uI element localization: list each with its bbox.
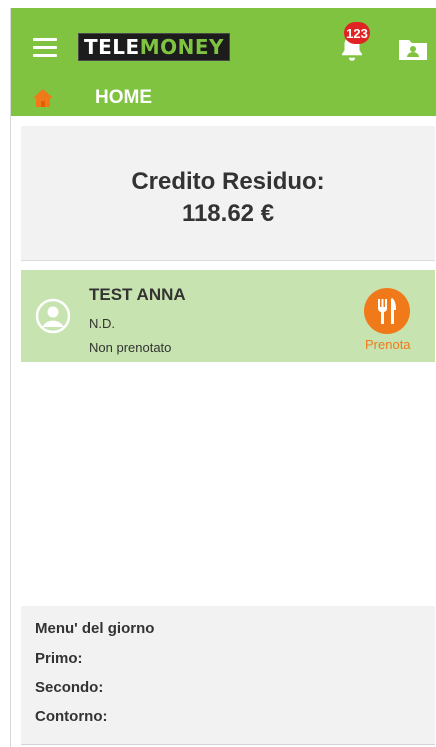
- person-card[interactable]: TEST ANNA N.D. Non prenotato Prenota: [21, 270, 435, 362]
- daily-menu-panel: Menu' del giorno Primo: Secondo: Contorn…: [21, 606, 435, 745]
- credit-card: Credito Residuo: 118.62 €: [21, 126, 435, 261]
- book-meal-label[interactable]: Prenota: [365, 337, 411, 352]
- fork-knife-icon: [378, 298, 396, 324]
- booking-status: Non prenotato: [89, 340, 172, 355]
- top-bar: TELE MONEY 123 HOME: [11, 8, 436, 116]
- telemoney-logo: TELE MONEY: [78, 33, 230, 61]
- logo-text-money: MONEY: [139, 35, 225, 59]
- person-name: TEST ANNA: [89, 285, 186, 304]
- book-meal-button[interactable]: [364, 288, 410, 334]
- credit-title: Credito Residuo:: [131, 168, 325, 195]
- hamburger-icon[interactable]: [33, 38, 57, 58]
- user-avatar-icon: [35, 298, 71, 334]
- contact-folder-icon[interactable]: [398, 36, 428, 62]
- menu-secondo-label: Secondo:: [35, 679, 104, 696]
- credit-value: 118.62 €: [181, 200, 275, 227]
- person-code: N.D.: [89, 316, 115, 331]
- home-icon[interactable]: [31, 86, 55, 110]
- notification-badge: 123: [344, 22, 370, 44]
- app-frame: TELE MONEY 123 HOME Credito Residuo: 118.…: [10, 8, 436, 747]
- menu-contorno-label: Contorno:: [35, 708, 108, 725]
- logo-text-tele: TELE: [84, 35, 140, 59]
- menu-primo-label: Primo:: [35, 650, 83, 667]
- home-nav-label[interactable]: HOME: [95, 87, 152, 109]
- daily-menu-title: Menu' del giorno: [35, 620, 155, 637]
